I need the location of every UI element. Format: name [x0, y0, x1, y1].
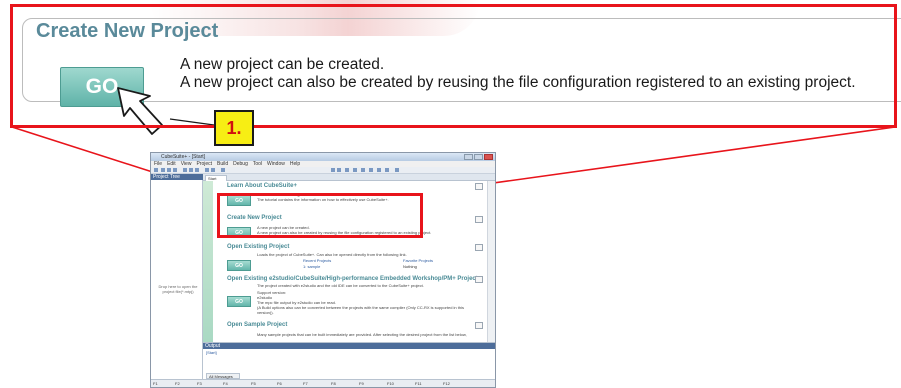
fkey-f6[interactable]: F6: [277, 381, 282, 386]
fkey-f1[interactable]: F1: [153, 381, 158, 386]
fkey-f4[interactable]: F4: [223, 381, 228, 386]
minimize-icon[interactable]: [464, 154, 473, 160]
editor-tabs: [203, 174, 495, 181]
reset-icon[interactable]: [395, 168, 399, 172]
zoom-highlight-frame: [10, 4, 897, 128]
recent-projects-header: Recent Projects: [303, 258, 332, 263]
output-panel: Output [Start] All Messages: [203, 342, 495, 379]
project-tree-pane: Project Tree Drop here to open the proje…: [151, 174, 203, 379]
favorite-project-empty: Nothing: [403, 264, 417, 269]
start-panel-accent: [203, 181, 213, 342]
fkey-f11[interactable]: F11: [415, 381, 422, 386]
section-title-sample: Open Sample Project: [227, 322, 288, 328]
undo-icon[interactable]: [205, 168, 209, 172]
collapse-button-sample[interactable]: [475, 322, 483, 329]
build-icon[interactable]: [331, 168, 335, 172]
debug-icon[interactable]: [345, 168, 349, 172]
fkey-f10[interactable]: F10: [387, 381, 394, 386]
fkey-f2[interactable]: F2: [175, 381, 180, 386]
collapse-button-open-other[interactable]: [475, 276, 483, 283]
go-icon[interactable]: [353, 168, 357, 172]
find-icon[interactable]: [221, 168, 225, 172]
start-icon[interactable]: [154, 168, 158, 172]
step-icon[interactable]: [369, 168, 373, 172]
cut-icon[interactable]: [183, 168, 187, 172]
open-other-line1: The project created with e2studio and th…: [257, 283, 424, 288]
window-title: CubeSuite+ - [Start]: [151, 153, 495, 161]
sample-text: Many sample projects that can be built i…: [257, 332, 467, 337]
rebuild-icon[interactable]: [337, 168, 341, 172]
collapse-button-open-existing[interactable]: [475, 244, 483, 251]
copy-icon[interactable]: [189, 168, 193, 172]
output-header: Output: [203, 343, 495, 349]
section-title-open-other: Open Existing e2studio/CubeSuite/High-pe…: [227, 276, 478, 282]
step-badge: 1.: [214, 110, 254, 146]
go-button-open-existing[interactable]: GO: [227, 260, 251, 271]
small-highlight-frame: [217, 193, 423, 238]
drop-hint: Drop here to open the project file(*.mtp…: [158, 284, 198, 294]
paste-icon[interactable]: [195, 168, 199, 172]
output-line: [Start]: [206, 350, 217, 355]
maximize-icon[interactable]: [474, 154, 483, 160]
return-icon[interactable]: [385, 168, 389, 172]
collapse-button-create[interactable]: [475, 216, 483, 223]
open-other-line5: (A Build options also can be converted b…: [257, 305, 464, 310]
toolbar: [151, 167, 495, 174]
open-other-line6: version)).: [257, 310, 274, 315]
function-key-bar: F1 F2 F3 F4 F5 F6 F7 F8 F9 F10 F11 F12: [151, 379, 495, 387]
section-title-open-existing: Open Existing Project: [227, 244, 290, 250]
new-icon[interactable]: [161, 168, 165, 172]
vertical-scrollbar[interactable]: [487, 181, 495, 342]
redo-icon[interactable]: [211, 168, 215, 172]
go-button-open-other[interactable]: GO: [227, 296, 251, 307]
window-controls: [463, 154, 493, 160]
collapse-button-learn[interactable]: [475, 183, 483, 190]
cubesuite-window: CubeSuite+ - [Start] File Edit View Project…: [150, 152, 496, 388]
close-icon[interactable]: [484, 154, 493, 160]
fkey-f8[interactable]: F8: [331, 381, 336, 386]
fkey-f5[interactable]: F5: [251, 381, 256, 386]
fkey-f9[interactable]: F9: [359, 381, 364, 386]
section-title-learn: Learn About CubeSuite+: [227, 183, 297, 189]
open-existing-text: Loads the project of CubeSuite+. Can als…: [257, 252, 407, 257]
fkey-f3[interactable]: F3: [197, 381, 202, 386]
save-icon[interactable]: [173, 168, 177, 172]
fkey-f12[interactable]: F12: [443, 381, 450, 386]
step-over-icon[interactable]: [377, 168, 381, 172]
project-tree-header: Project Tree: [151, 174, 203, 180]
fkey-f7[interactable]: F7: [303, 381, 308, 386]
open-icon[interactable]: [167, 168, 171, 172]
recent-project-link[interactable]: 1: sample: [303, 264, 320, 269]
favorite-projects-header: Favorite Projects: [403, 258, 434, 263]
stop-icon[interactable]: [361, 168, 365, 172]
